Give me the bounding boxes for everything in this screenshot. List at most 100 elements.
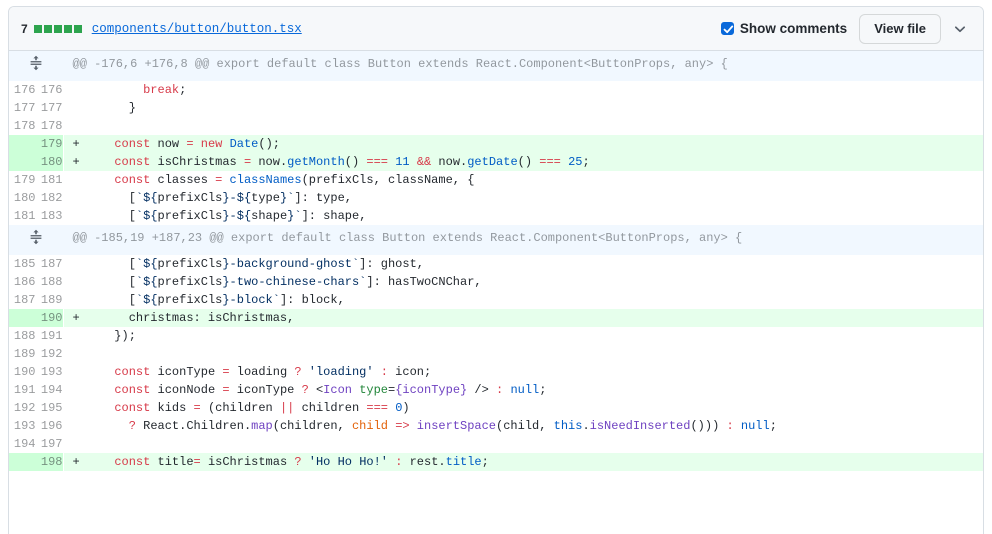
expand-hunk-button[interactable]: [9, 51, 63, 81]
line-number-new[interactable]: 189: [36, 291, 63, 309]
line-number-new[interactable]: 194: [36, 381, 63, 399]
code-token: }: [222, 275, 230, 289]
code-token: isChristmas: [150, 155, 244, 169]
line-number-new[interactable]: 179: [36, 135, 63, 153]
diff-code-cell[interactable]: const classes = classNames(prefixCls, cl…: [63, 171, 983, 189]
diff-code-cell[interactable]: const kids = (children || children === 0…: [63, 399, 983, 417]
line-number-new[interactable]: 183: [36, 207, 63, 225]
line-number-old[interactable]: 192: [9, 399, 36, 417]
diff-code-cell[interactable]: + const now = new Date();: [63, 135, 983, 153]
code-token: prefixCls: [157, 293, 223, 307]
diff-code-cell[interactable]: const iconNode = iconType ? <Icon type={…: [63, 381, 983, 399]
line-number-old[interactable]: 177: [9, 99, 36, 117]
diff-row-context: 193 196 ? React.Children.map(children, ch…: [9, 417, 983, 435]
diff-code-cell[interactable]: [`${prefixCls}-${shape}`]: shape,: [63, 207, 983, 225]
diff-row-addition: 179 + const now = new Date();: [9, 135, 983, 153]
chevron-down-icon[interactable]: [945, 15, 975, 43]
code-token: ${: [236, 209, 252, 223]
show-comments-toggle[interactable]: Show comments: [720, 21, 847, 36]
line-number-old[interactable]: 178: [9, 117, 36, 135]
line-number-new[interactable]: 180: [36, 153, 63, 171]
line-number-new[interactable]: 177: [36, 99, 63, 117]
line-number-old[interactable]: 187: [9, 291, 36, 309]
line-number-new[interactable]: 190: [36, 309, 63, 327]
diff-code-cell[interactable]: [`${prefixCls}-background-ghost`]: ghost…: [63, 255, 983, 273]
code-token: ;: [769, 419, 777, 433]
diff-code-cell[interactable]: [63, 471, 983, 489]
diff-code-cell[interactable]: + christmas: isChristmas,: [63, 309, 983, 327]
line-number-new[interactable]: 187: [36, 255, 63, 273]
diff-code-cell[interactable]: [63, 117, 983, 135]
line-number-old[interactable]: 191: [9, 381, 36, 399]
unfold-icon[interactable]: [28, 229, 44, 251]
diff-code-cell[interactable]: + const isChristmas = now.getMonth() ===…: [63, 153, 983, 171]
line-number-new[interactable]: [36, 471, 63, 489]
diff-code-cell[interactable]: + const title= isChristmas ? 'Ho Ho Ho!'…: [63, 453, 983, 471]
line-number-old[interactable]: [9, 309, 36, 327]
code-token: now.: [251, 155, 288, 169]
code-token: iconType: [229, 383, 302, 397]
line-number-old[interactable]: 190: [9, 363, 36, 381]
diff-code-cell[interactable]: break;: [63, 81, 983, 99]
line-number-old[interactable]: 179: [9, 171, 36, 189]
line-number-new[interactable]: 197: [36, 435, 63, 453]
diff-code-cell[interactable]: [`${prefixCls}-two-chinese-chars`]: hasT…: [63, 273, 983, 291]
expand-hunk-button[interactable]: [9, 225, 63, 255]
diff-code-cell[interactable]: ? React.Children.map(children, child => …: [63, 417, 983, 435]
diff-code-cell[interactable]: }: [63, 99, 983, 117]
line-number-new[interactable]: 176: [36, 81, 63, 99]
line-number-old[interactable]: 188: [9, 327, 36, 345]
line-number-old[interactable]: 186: [9, 273, 36, 291]
code-token: =: [193, 401, 201, 415]
code-token: ===: [366, 155, 388, 169]
code-token: ===: [539, 155, 561, 169]
line-number-old[interactable]: 180: [9, 189, 36, 207]
line-number-new[interactable]: 198: [36, 453, 63, 471]
unfold-icon[interactable]: [28, 55, 44, 77]
code-token: =: [193, 455, 201, 469]
line-number-old[interactable]: [9, 453, 36, 471]
code-token: [: [85, 275, 136, 289]
check-icon[interactable]: [720, 22, 734, 35]
line-number-new[interactable]: 182: [36, 189, 63, 207]
code-token: iconNode: [150, 383, 223, 397]
diff-code-cell[interactable]: [`${prefixCls}-block`]: block,: [63, 291, 983, 309]
line-number-old[interactable]: 194: [9, 435, 36, 453]
line-number-old[interactable]: 185: [9, 255, 36, 273]
line-number-new[interactable]: 192: [36, 345, 63, 363]
diff-code-cell[interactable]: });: [63, 327, 983, 345]
line-number-old[interactable]: 189: [9, 345, 36, 363]
code-token: ;: [179, 83, 187, 97]
diffstat-bar: [33, 24, 82, 33]
code-token: ${: [143, 293, 158, 307]
code-token: children: [294, 401, 367, 415]
diff-view-root: 7 components/button/button.tsx Show comm…: [0, 0, 992, 534]
diff-code-cell[interactable]: const iconType = loading ? 'loading' : i…: [63, 363, 983, 381]
line-number-old[interactable]: [9, 471, 36, 489]
line-number-old[interactable]: 193: [9, 417, 36, 435]
line-number-old[interactable]: 181: [9, 207, 36, 225]
line-number-new[interactable]: 193: [36, 363, 63, 381]
diff-code-cell[interactable]: [63, 435, 983, 453]
line-number-new[interactable]: 195: [36, 399, 63, 417]
line-number-new[interactable]: 178: [36, 117, 63, 135]
diff-row-context: 177 177 }: [9, 99, 983, 117]
line-number-new[interactable]: 188: [36, 273, 63, 291]
code-token: =: [222, 365, 230, 379]
line-number-new[interactable]: 191: [36, 327, 63, 345]
diff-code-cell[interactable]: [63, 345, 983, 363]
code-token: }: [222, 209, 230, 223]
code-token: null: [510, 383, 540, 397]
line-number-new[interactable]: 181: [36, 171, 63, 189]
code-token: -: [229, 191, 237, 205]
diff-code-cell[interactable]: [`${prefixCls}-${type}`]: type,: [63, 189, 983, 207]
code-token: classes: [150, 173, 216, 187]
line-number-old[interactable]: [9, 135, 36, 153]
line-number-new[interactable]: 196: [36, 417, 63, 435]
line-number-old[interactable]: [9, 153, 36, 171]
diff-marker: +: [72, 137, 80, 151]
file-path-link[interactable]: components/button/button.tsx: [92, 22, 302, 36]
line-number-old[interactable]: 176: [9, 81, 36, 99]
view-file-button[interactable]: View file: [859, 13, 941, 44]
